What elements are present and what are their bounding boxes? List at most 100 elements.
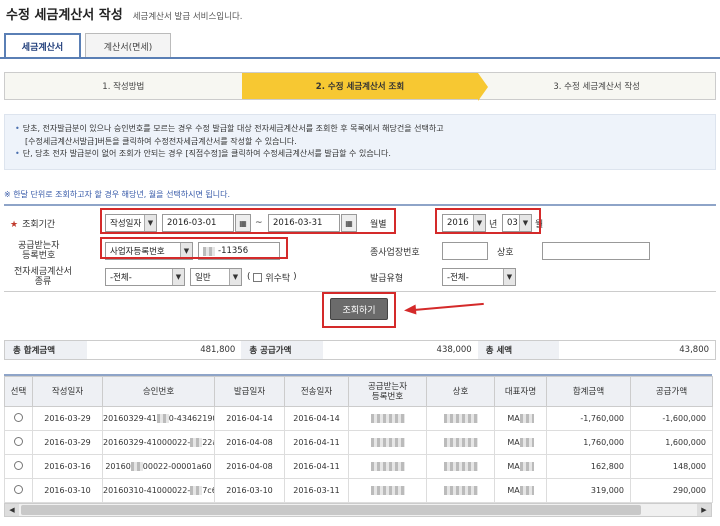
month-select[interactable]: 03 ▼ xyxy=(502,214,532,232)
col-total[interactable]: 합계금액 xyxy=(546,376,631,407)
notice-line-2: [수정세금계산서발급]버튼을 클릭하여 수정전자세금계산서를 작성할 수 있습니… xyxy=(25,136,297,146)
masked-text xyxy=(370,414,405,423)
end-date-input[interactable]: 2016-03-31 xyxy=(268,214,340,232)
scroll-left-icon[interactable]: ◀ xyxy=(5,504,19,516)
chevron-down-icon: ▼ xyxy=(503,269,515,285)
step-1: 1. 작성방법 xyxy=(102,82,145,92)
col-issue-date[interactable]: 발급일자 xyxy=(214,376,285,407)
supplier-type-select[interactable]: 사업자등록번호 ▼ xyxy=(105,242,193,260)
year-unit: 년 xyxy=(489,219,498,230)
row-radio[interactable] xyxy=(14,437,23,446)
masked-text xyxy=(370,438,405,447)
masked-text xyxy=(443,462,478,471)
notice-line-1: • 당초, 전자발급분이 있으나 승인번호를 모르는 경우 수정 발급할 대상 전… xyxy=(15,124,444,133)
scroll-thumb[interactable] xyxy=(21,505,641,515)
notice-line-3: • 단, 당초 전자 발급분이 없어 조회가 안되는 경우 [직접수정]을 클릭하… xyxy=(15,149,391,158)
total-sum-label: 총 합계금액 xyxy=(5,341,87,359)
table-row[interactable]: 2016-03-29 20160329-41000022-22a5 2016-0… xyxy=(4,430,713,455)
year-select[interactable]: 2016 ▼ xyxy=(442,214,486,232)
total-tax-value: 43,800 xyxy=(679,345,710,355)
month-unit: 월 xyxy=(535,219,544,230)
masked-text xyxy=(443,486,478,495)
masked-text xyxy=(190,438,203,447)
row-radio[interactable] xyxy=(14,461,23,470)
step-2-active: 2. 수정 세금계산서 조회 xyxy=(241,73,489,101)
page-subtitle: 세금계산서 발급 서비스입니다. xyxy=(132,12,243,22)
masked-text xyxy=(519,414,534,423)
page-header: 수정 세금계산서 작성 세금계산서 발급 서비스입니다. xyxy=(6,4,243,23)
masked-text xyxy=(156,414,169,423)
chevron-down-icon: ▼ xyxy=(144,215,156,231)
table-row[interactable]: 2016-03-10 20160310-41000022-7c6 2016-03… xyxy=(4,478,713,503)
branch-label: 종사업장번호 xyxy=(370,247,420,258)
masked-text xyxy=(443,438,478,447)
etax-label: 전자세금계산서 종류 xyxy=(14,267,72,287)
calendar-icon[interactable]: ▦ xyxy=(235,214,251,232)
col-write-date[interactable]: 작성일자 xyxy=(32,376,103,407)
col-supply[interactable]: 공급가액 xyxy=(630,376,713,407)
total-supply-value: 438,000 xyxy=(436,345,472,355)
row-etax: 전자세금계산서 종류 -전체- ▼ 일반 ▼ ( 위수탁 ) 발급유형 -전체- ▼ xyxy=(4,264,716,290)
monthly-label: 월별 xyxy=(370,219,387,230)
date-separator: ~ xyxy=(255,218,263,228)
annotation-arrow-head xyxy=(403,304,417,316)
date-type-select[interactable]: 작성일자 ▼ xyxy=(105,214,157,232)
step-arrow xyxy=(478,73,489,101)
col-approval-number[interactable]: 승인번호 xyxy=(102,376,215,407)
start-date-input[interactable]: 2016-03-01 xyxy=(162,214,234,232)
chevron-down-icon: ▼ xyxy=(473,215,485,231)
search-button[interactable]: 조회하기 xyxy=(330,298,388,320)
total-sum-value: 481,800 xyxy=(200,345,236,355)
row-radio[interactable] xyxy=(14,485,23,494)
notice-box: • 당초, 전자발급분이 있으나 승인번호를 모르는 경우 수정 발급할 대상 전… xyxy=(4,114,716,170)
etax-sub-select[interactable]: 일반 ▼ xyxy=(190,268,242,286)
table-row[interactable]: 2016-03-29 20160329-41 0-43462190 2016-04… xyxy=(4,406,713,431)
issue-type-select[interactable]: -전체- ▼ xyxy=(442,268,516,286)
chevron-down-icon: ▼ xyxy=(172,269,184,285)
chevron-down-icon: ▼ xyxy=(180,243,192,259)
tab-bar: 세금계산서 계산서(면세) xyxy=(4,33,171,58)
total-supply-label: 총 공급가액 xyxy=(241,341,324,359)
col-send-date[interactable]: 전송일자 xyxy=(284,376,349,407)
col-supplier-number[interactable]: 공급받는자 등록번호 xyxy=(348,376,427,407)
trust-checkbox[interactable] xyxy=(253,272,263,282)
masked-text xyxy=(370,486,405,495)
bullet-icon: • xyxy=(15,149,20,158)
scroll-right-icon[interactable]: ▶ xyxy=(697,504,711,516)
chevron-down-icon: ▼ xyxy=(519,215,531,231)
horizontal-scrollbar[interactable]: ◀ ▶ xyxy=(4,503,712,517)
masked-text xyxy=(370,462,405,471)
search-hint: ※ 한달 단위로 조회하고자 할 경우 해당년, 월을 선택하시면 됩니다. xyxy=(4,190,231,199)
supplier-label: 공급받는자 등록번호 xyxy=(18,241,60,261)
annotation-arrow xyxy=(413,302,484,311)
branch-input[interactable] xyxy=(442,242,488,260)
table-row[interactable]: 2016-03-16 20160 00022-00001a60 2016-04-0… xyxy=(4,454,713,479)
masked-text xyxy=(203,246,215,256)
row-radio[interactable] xyxy=(14,413,23,422)
period-label: ★ 조회기간 xyxy=(10,219,56,230)
issue-type-label: 발급유형 xyxy=(370,273,404,284)
tab-tax-invoice[interactable]: 세금계산서 xyxy=(4,33,81,58)
table-header-row: 선택 작성일자 승인번호 발급일자 전송일자 공급받는자 등록번호 상호 대표자… xyxy=(4,376,713,407)
calendar-icon[interactable]: ▦ xyxy=(341,214,357,232)
masked-text xyxy=(519,462,534,471)
row-supplier: 공급받는자 등록번호 사업자등록번호 ▼ -11356 종사업장번호 상호 xyxy=(4,238,716,264)
masked-text xyxy=(190,486,203,495)
supplier-number-input[interactable]: -11356 xyxy=(198,242,280,260)
chevron-down-icon: ▼ xyxy=(229,269,241,285)
step-3: 3. 수정 세금계산서 작성 xyxy=(553,82,640,92)
masked-text xyxy=(519,486,534,495)
company-label: 상호 xyxy=(497,247,514,258)
company-input[interactable] xyxy=(542,242,650,260)
row-period: ★ 조회기간 작성일자 ▼ 2016-03-01 ▦ ~ 2016-03-31 ▦ … xyxy=(4,210,716,236)
col-company[interactable]: 상호 xyxy=(426,376,495,407)
required-icon: ★ xyxy=(10,219,19,230)
masked-text xyxy=(519,438,534,447)
col-representative[interactable]: 대표자명 xyxy=(494,376,547,407)
etax-kind-select[interactable]: -전체- ▼ xyxy=(105,268,185,286)
masked-text xyxy=(443,414,478,423)
tab-invoice-exempt[interactable]: 계산서(면세) xyxy=(85,33,171,58)
col-select: 선택 xyxy=(4,376,33,407)
trust-option[interactable]: ( 위수탁 ) xyxy=(247,271,297,284)
step-indicator: 1. 작성방법 2. 수정 세금계산서 조회 3. 수정 세금계산서 작성 xyxy=(4,72,716,101)
